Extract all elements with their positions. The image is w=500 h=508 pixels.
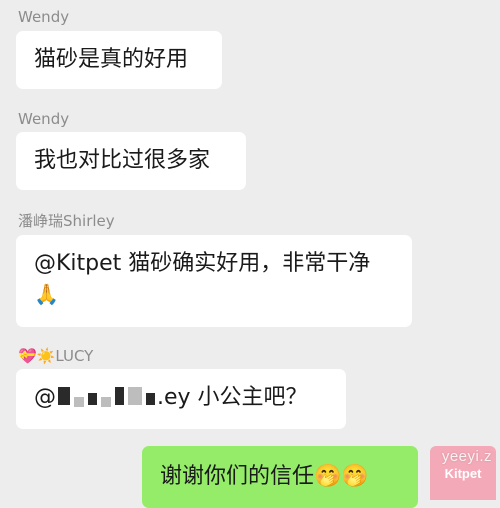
giggle-emoji: 🤭🤭 (314, 464, 369, 489)
redacted-block (146, 393, 155, 405)
avatar-label: Kitpet (444, 465, 482, 481)
redacted-block (101, 397, 111, 407)
message-sender: Wendy (18, 8, 70, 26)
message-bubble[interactable]: @Kitpet 猫砂确实好用，非常干净 🙏 (16, 235, 412, 327)
redacted-block (115, 387, 124, 405)
redacted-block (128, 387, 142, 405)
sender-emoji: 💝☀️ (18, 347, 56, 365)
redacted-block (58, 387, 70, 405)
message-bubble[interactable]: @ .ey 小公主吧？ (16, 369, 346, 429)
mention-prefix: @ (34, 385, 56, 410)
message-text: 猫砂是真的好用 (34, 47, 189, 72)
praying-hands-emoji: 🙏 (34, 282, 59, 306)
message-sender: Wendy (18, 110, 70, 128)
message-bubble[interactable]: 猫砂是真的好用 (16, 31, 222, 89)
message-body: 小公主吧？ (190, 385, 308, 410)
watermark: yeeyi.z (441, 448, 492, 465)
chat-area: Wendy 猫砂是真的好用 Wendy 我也对比过很多家 潘峥瑞Shirley … (0, 0, 500, 508)
message-bubble[interactable]: 我也对比过很多家 (16, 132, 246, 190)
self-message-bubble[interactable]: 谢谢你们的信任🤭🤭 (142, 446, 418, 508)
message-sender-row: 💝☀️LUCY (18, 347, 93, 365)
redacted-block (88, 393, 97, 405)
mention-suffix: .ey (157, 385, 191, 410)
message-sender: 潘峥瑞Shirley (18, 212, 115, 230)
message-sender: LUCY (55, 347, 94, 365)
message-text: 谢谢你们的信任 (160, 464, 315, 489)
message-text: @ .ey 小公主吧？ (34, 385, 308, 410)
message-text: @Kitpet 猫砂确实好用，非常干净 (34, 251, 371, 276)
redacted-block (74, 397, 84, 407)
message-text: 我也对比过很多家 (34, 148, 211, 173)
